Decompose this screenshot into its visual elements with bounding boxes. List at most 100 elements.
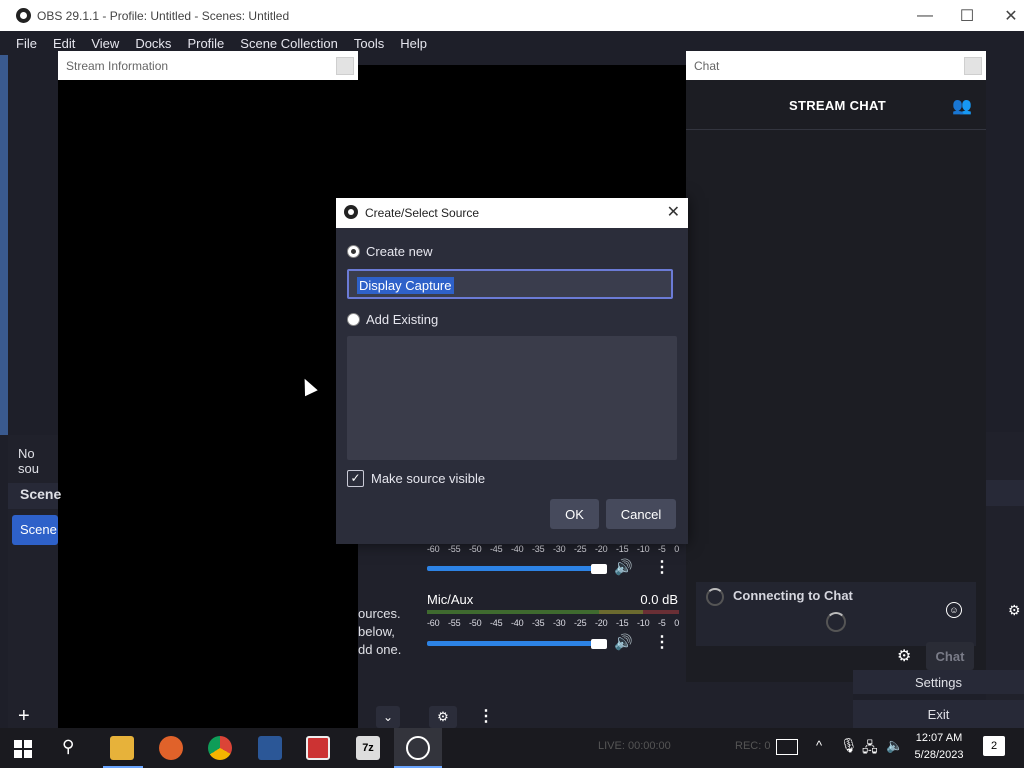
track2-db: 0.0 dB — [640, 592, 678, 607]
create-new-radio[interactable] — [347, 245, 360, 258]
chrome-icon[interactable] — [208, 736, 232, 760]
sources-hint-line3: dd one. — [358, 642, 402, 657]
obs-taskbar-button[interactable] — [394, 728, 442, 768]
meter-tick-label: -10 — [637, 618, 650, 628]
meter-tick-label: -20 — [595, 544, 608, 554]
meter-tick-label: -30 — [553, 618, 566, 628]
meter-tick-label: 0 — [674, 544, 679, 554]
dock-float-button[interactable] — [964, 57, 982, 75]
live-status: LIVE: 00:00:00 — [598, 740, 671, 752]
cancel-button[interactable]: Cancel — [606, 499, 676, 529]
meter-tick-label: -35 — [532, 544, 545, 554]
notification-count: 2 — [990, 740, 998, 752]
7zip-icon[interactable]: 7z — [356, 736, 380, 760]
sources-hint-line2: below, — [358, 624, 395, 639]
chat-settings-icon[interactable]: ⚙ — [897, 646, 911, 666]
clock-time[interactable]: 12:07 AM — [908, 732, 970, 744]
no-source-area: No sou — [8, 435, 58, 483]
meter-tick-label: -10 — [637, 544, 650, 554]
status-area — [686, 682, 853, 728]
meter-tick-label: -45 — [490, 544, 503, 554]
keyboard-icon[interactable] — [776, 739, 798, 755]
existing-sources-list[interactable] — [347, 336, 677, 460]
mixer-settings-icon[interactable]: ⚙ — [429, 706, 457, 728]
meter-tick-label: -40 — [511, 544, 524, 554]
track2-fader[interactable] — [427, 641, 597, 646]
speaker-icon[interactable]: 🔊 — [614, 633, 633, 651]
source-name-input[interactable]: Display Capture — [347, 269, 673, 299]
chat-title: STREAM CHAT — [789, 98, 886, 113]
track1-fader[interactable] — [427, 566, 597, 571]
track1-menu-icon[interactable]: ⋮ — [654, 557, 670, 577]
sources-list: ources. below, dd one. ⌄ — [358, 544, 420, 728]
track2-name: Mic/Aux — [427, 592, 474, 607]
emoji-icon[interactable]: ☺ — [946, 602, 962, 618]
scene-item[interactable]: Scene — [12, 515, 58, 545]
chevron-up-icon[interactable]: ^ — [816, 738, 822, 753]
rec-status: REC: 0 — [735, 740, 771, 752]
settings-gear-icon[interactable]: ⚙ — [1008, 602, 1021, 619]
network-icon[interactable]: 🖧 — [862, 737, 878, 761]
mixer-menu-icon[interactable]: ⋮ — [478, 706, 494, 726]
users-icon[interactable]: 👥 — [952, 96, 972, 116]
close-button[interactable]: ✕ — [988, 0, 1024, 31]
track2-fader-handle[interactable] — [591, 639, 607, 649]
meter-tick-label: -25 — [574, 544, 587, 554]
volume-icon[interactable]: 🔈 — [886, 737, 903, 754]
menu-file[interactable]: File — [0, 31, 45, 55]
maximize-button[interactable]: ☐ — [944, 0, 990, 31]
meter-tick-label: -50 — [469, 544, 482, 554]
meter-tick-label: -15 — [616, 618, 629, 628]
add-scene-button[interactable]: + — [18, 705, 30, 728]
speaker-icon[interactable]: 🔊 — [614, 558, 633, 576]
windows-start-icon[interactable] — [14, 740, 32, 758]
make-visible-checkbox[interactable]: ✓ — [347, 470, 364, 487]
source-name-value: Display Capture — [357, 277, 454, 294]
scenes-dock-title: Scene — [20, 486, 62, 502]
exit-button[interactable]: Exit — [853, 700, 1024, 728]
window-title: OBS 29.1.1 - Profile: Untitled - Scenes:… — [37, 9, 290, 23]
ok-button[interactable]: OK — [550, 499, 599, 529]
meter-tick-label: -5 — [658, 618, 666, 628]
meter-ticks: -60 -55 -50 -45 -40 -35 -30 -25 -20 -15 -10 -5 0 — [427, 618, 679, 628]
settings-button[interactable]: Settings — [853, 670, 1024, 694]
spinner-icon — [706, 588, 724, 606]
track2-menu-icon[interactable]: ⋮ — [654, 632, 670, 652]
presentation-app-icon[interactable] — [306, 736, 330, 760]
firefox-icon[interactable] — [159, 736, 183, 760]
meter-tick-label: -30 — [553, 544, 566, 554]
minimize-button[interactable]: — — [902, 0, 948, 31]
meter-tick-label: -40 — [511, 618, 524, 628]
track2-meter-green — [427, 610, 599, 614]
scene-item-label: Scene — [20, 522, 57, 537]
desktop-edge — [0, 55, 8, 435]
make-visible-label: Make source visible — [371, 471, 486, 486]
meter-tick-label: -35 — [532, 618, 545, 628]
file-explorer-icon[interactable] — [110, 736, 134, 760]
search-icon[interactable]: ⚲ — [62, 737, 74, 757]
powershell-icon[interactable] — [258, 736, 282, 760]
dock-float-button[interactable] — [336, 57, 354, 75]
add-existing-label: Add Existing — [366, 312, 439, 327]
obs-logo-icon — [344, 205, 358, 219]
meter-ticks: -60 -55 -50 -45 -40 -35 -30 -25 -20 -15 -10 -5 0 — [427, 544, 679, 554]
track1-fader-handle[interactable] — [591, 564, 607, 574]
clock-date[interactable]: 5/28/2023 — [908, 749, 970, 761]
meter-tick-label: -60 — [427, 544, 440, 554]
stream-info-dock-title: Stream Information — [66, 59, 169, 73]
window-title-bar: OBS 29.1.1 - Profile: Untitled - Scenes:… — [0, 0, 1024, 31]
stream-info-dock-body — [58, 80, 358, 728]
chat-send-button[interactable]: Chat — [926, 642, 974, 670]
track2-meter-red — [643, 610, 679, 614]
dialog-close-button[interactable]: ✕ — [667, 202, 680, 222]
add-existing-radio[interactable] — [347, 313, 360, 326]
menu-help[interactable]: Help — [392, 31, 435, 55]
controls-dock-header — [986, 480, 1024, 506]
meter-tick-label: -5 — [658, 544, 666, 554]
chat-dock-title: Chat — [694, 59, 720, 73]
scroll-down-icon[interactable]: ⌄ — [376, 706, 400, 728]
chat-divider — [686, 129, 986, 130]
notifications-icon[interactable]: 2 — [983, 736, 1005, 756]
scenes-dock-header: Scene — [8, 483, 62, 509]
microphone-icon[interactable]: 🎙 — [840, 737, 858, 754]
